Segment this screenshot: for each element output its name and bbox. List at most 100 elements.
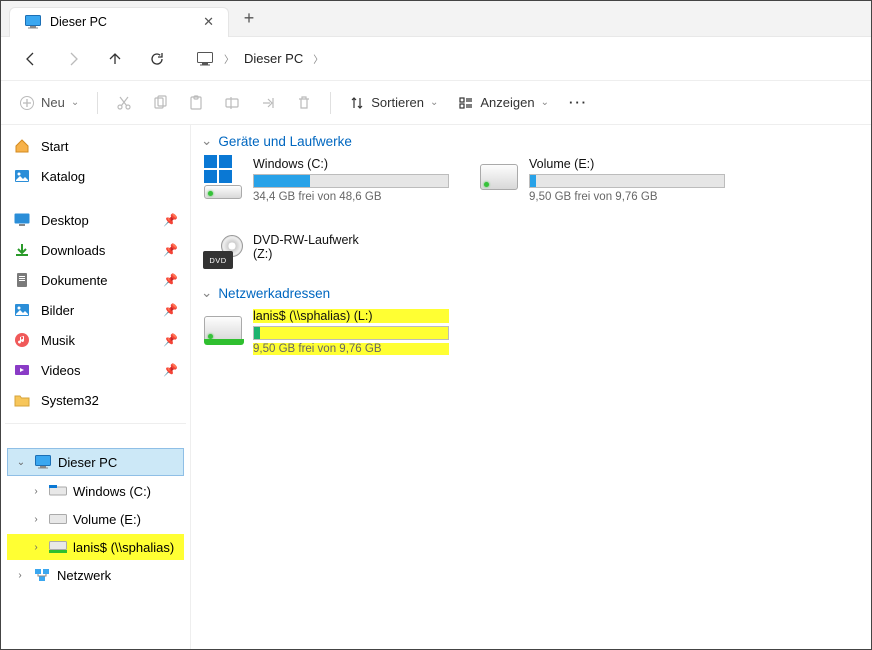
drive-subtext: 9,50 GB frei von 9,76 GB: [529, 191, 725, 203]
desktop-icon: [13, 211, 31, 229]
copy-button[interactable]: [144, 91, 176, 115]
view-button[interactable]: Anzeigen ⌄: [450, 91, 557, 115]
command-bar: Neu ⌄ Sortieren ⌄ Anzeigen ⌄ ···: [1, 81, 871, 125]
group-label: Netzwerkadressen: [218, 286, 330, 301]
chevron-right-icon[interactable]: ›: [29, 514, 43, 525]
tree-label: lanis$ (\\sphalias): [73, 540, 174, 555]
new-label: Neu: [41, 95, 65, 110]
separator: [330, 92, 331, 114]
download-icon: [13, 241, 31, 259]
tree-label: Volume (E:): [73, 512, 141, 527]
nav-start[interactable]: Start: [5, 131, 186, 161]
tabs-bar: Dieser PC ✕ +: [1, 1, 871, 37]
nav-label: Dokumente: [41, 273, 107, 288]
monitor-icon: [24, 13, 42, 31]
home-icon: [13, 137, 31, 155]
chevron-right-icon[interactable]: ›: [29, 542, 43, 553]
capacity-bar: [529, 174, 725, 188]
cut-button[interactable]: [108, 91, 140, 115]
address-bar[interactable]: 〉 Dieser PC 〉: [187, 45, 857, 73]
tree-network[interactable]: › Netzwerk: [7, 562, 184, 588]
delete-button[interactable]: [288, 91, 320, 115]
sidebar: Start Katalog Desktop 📌 Downloads 📌 Doku…: [1, 125, 191, 649]
tab-this-pc[interactable]: Dieser PC ✕: [9, 7, 229, 37]
nav-videos[interactable]: Videos 📌: [5, 355, 186, 385]
close-tab-icon[interactable]: ✕: [203, 14, 214, 30]
drive-subtext: 34,4 GB frei von 48,6 GB: [253, 191, 449, 203]
new-tab-button[interactable]: +: [233, 8, 265, 29]
tree-lanis[interactable]: › lanis$ (\\sphalias): [7, 534, 184, 560]
drive-name: Volume (E:): [529, 157, 725, 171]
monitor-icon: [34, 453, 52, 471]
pin-icon[interactable]: 📌: [163, 303, 178, 317]
nav-system32[interactable]: System32: [5, 385, 186, 415]
chevron-right-icon[interactable]: 〉: [313, 51, 323, 66]
chevron-down-icon: ⌄: [430, 97, 438, 108]
separator: [5, 423, 186, 424]
nav-bilder[interactable]: Bilder 📌: [5, 295, 186, 325]
chevron-right-icon[interactable]: ›: [13, 570, 27, 581]
refresh-button[interactable]: [141, 43, 173, 75]
pin-icon[interactable]: 📌: [163, 273, 178, 287]
new-button[interactable]: Neu ⌄: [11, 91, 87, 115]
nav-label: Videos: [41, 363, 81, 378]
pictures-icon: [13, 301, 31, 319]
pin-icon[interactable]: 📌: [163, 213, 178, 227]
drive-icon: [49, 482, 67, 500]
more-button[interactable]: ···: [561, 91, 596, 114]
drive-icon: [49, 510, 67, 528]
drive-subtext: 9,50 GB frei von 9,76 GB: [253, 343, 449, 355]
drive-dvd-z[interactable]: DVD DVD-RW-Laufwerk (Z:): [201, 231, 371, 275]
breadcrumb-this-pc[interactable]: Dieser PC: [244, 51, 303, 66]
nav-bar: 〉 Dieser PC 〉: [1, 37, 871, 81]
drive-lanis-l[interactable]: lanis$ (\\sphalias) (L:) 9,50 GB frei vo…: [201, 307, 451, 357]
forward-button[interactable]: [57, 43, 89, 75]
pin-icon[interactable]: 📌: [163, 243, 178, 257]
nav-desktop[interactable]: Desktop 📌: [5, 205, 186, 235]
share-button[interactable]: [252, 91, 284, 115]
nav-label: Downloads: [41, 243, 105, 258]
nav-musik[interactable]: Musik 📌: [5, 325, 186, 355]
pin-icon[interactable]: 📌: [163, 363, 178, 377]
back-button[interactable]: [15, 43, 47, 75]
drive-name: lanis$ (\\sphalias) (L:): [253, 309, 449, 323]
chevron-down-icon[interactable]: ⌄: [14, 457, 28, 468]
group-network[interactable]: ⌄ Netzwerkadressen: [201, 285, 861, 301]
network-drive-icon: [49, 538, 67, 556]
sort-button[interactable]: Sortieren ⌄: [341, 91, 446, 115]
network-icon: [33, 566, 51, 584]
chevron-down-icon[interactable]: ⌄: [201, 285, 212, 301]
nav-dokumente[interactable]: Dokumente 📌: [5, 265, 186, 295]
paste-button[interactable]: [180, 91, 212, 115]
tab-title: Dieser PC: [50, 15, 107, 29]
group-label: Geräte und Laufwerke: [218, 134, 352, 149]
chevron-down-icon[interactable]: ⌄: [201, 133, 212, 149]
view-label: Anzeigen: [480, 95, 534, 110]
tree-windows-c[interactable]: › Windows (C:): [7, 478, 184, 504]
tree-this-pc[interactable]: ⌄ Dieser PC: [7, 448, 184, 476]
drive-name: DVD-RW-Laufwerk (Z:): [253, 233, 369, 261]
gallery-icon: [13, 167, 31, 185]
nav-label: System32: [41, 393, 99, 408]
separator: [97, 92, 98, 114]
capacity-bar: [253, 174, 449, 188]
group-drives[interactable]: ⌄ Geräte und Laufwerke: [201, 133, 861, 149]
pin-icon[interactable]: 📌: [163, 333, 178, 347]
drive-volume-e[interactable]: Volume (E:) 9,50 GB frei von 9,76 GB: [477, 155, 727, 205]
nav-katalog[interactable]: Katalog: [5, 161, 186, 191]
sort-label: Sortieren: [371, 95, 424, 110]
rename-button[interactable]: [216, 91, 248, 115]
chevron-right-icon[interactable]: 〉: [224, 51, 234, 66]
nav-label: Start: [41, 139, 68, 154]
drive-windows-c[interactable]: Windows (C:) 34,4 GB frei von 48,6 GB: [201, 155, 451, 205]
chevron-right-icon[interactable]: ›: [29, 486, 43, 497]
tree-label: Netzwerk: [57, 568, 111, 583]
capacity-bar: [253, 326, 449, 340]
tree-volume-e[interactable]: › Volume (E:): [7, 506, 184, 532]
folder-icon: [13, 391, 31, 409]
document-icon: [13, 271, 31, 289]
content-pane: ⌄ Geräte und Laufwerke Windows (C:) 34,4…: [191, 125, 871, 649]
nav-downloads[interactable]: Downloads 📌: [5, 235, 186, 265]
nav-label: Bilder: [41, 303, 74, 318]
up-button[interactable]: [99, 43, 131, 75]
